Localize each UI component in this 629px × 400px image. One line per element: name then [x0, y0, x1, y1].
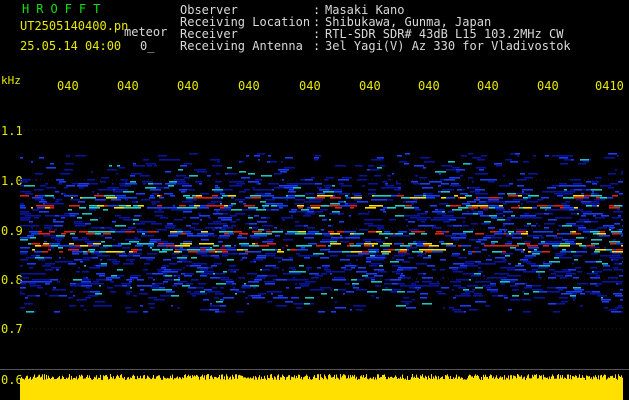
antenna-label: Receiving Antenna [180, 39, 303, 53]
time-tick-1: 040 [57, 79, 79, 93]
time-tick-5: 040 [299, 79, 321, 93]
baseline-divider [0, 369, 629, 370]
time-tick-7: 040 [418, 79, 440, 93]
antenna-colon: : [313, 39, 321, 53]
antenna-value: 3el Yagi(V) Az 330 for Vladivostok [325, 39, 571, 53]
time-tick-8: 040 [477, 79, 499, 93]
time-tick-6: 040 [359, 79, 381, 93]
time-tick-9: 040 [537, 79, 559, 93]
spectrogram-signal-band [20, 374, 623, 400]
spectrogram-plot [20, 129, 623, 400]
time-tick-2: 040 [117, 79, 139, 93]
zero-label: 0_ [140, 39, 155, 53]
time-tick-10: 0410 [595, 79, 624, 93]
y-axis-unit: kHz [1, 74, 21, 87]
time-tick-3: 040 [177, 79, 199, 93]
meteor-label: meteor [124, 25, 168, 39]
datetime: 25.05.14 04:00 [20, 39, 122, 53]
app-title: HROFFT [22, 2, 108, 16]
spectrogram-noise-band [20, 153, 623, 313]
file-name: UT2505140400.pn [20, 19, 129, 33]
time-tick-4: 040 [238, 79, 260, 93]
